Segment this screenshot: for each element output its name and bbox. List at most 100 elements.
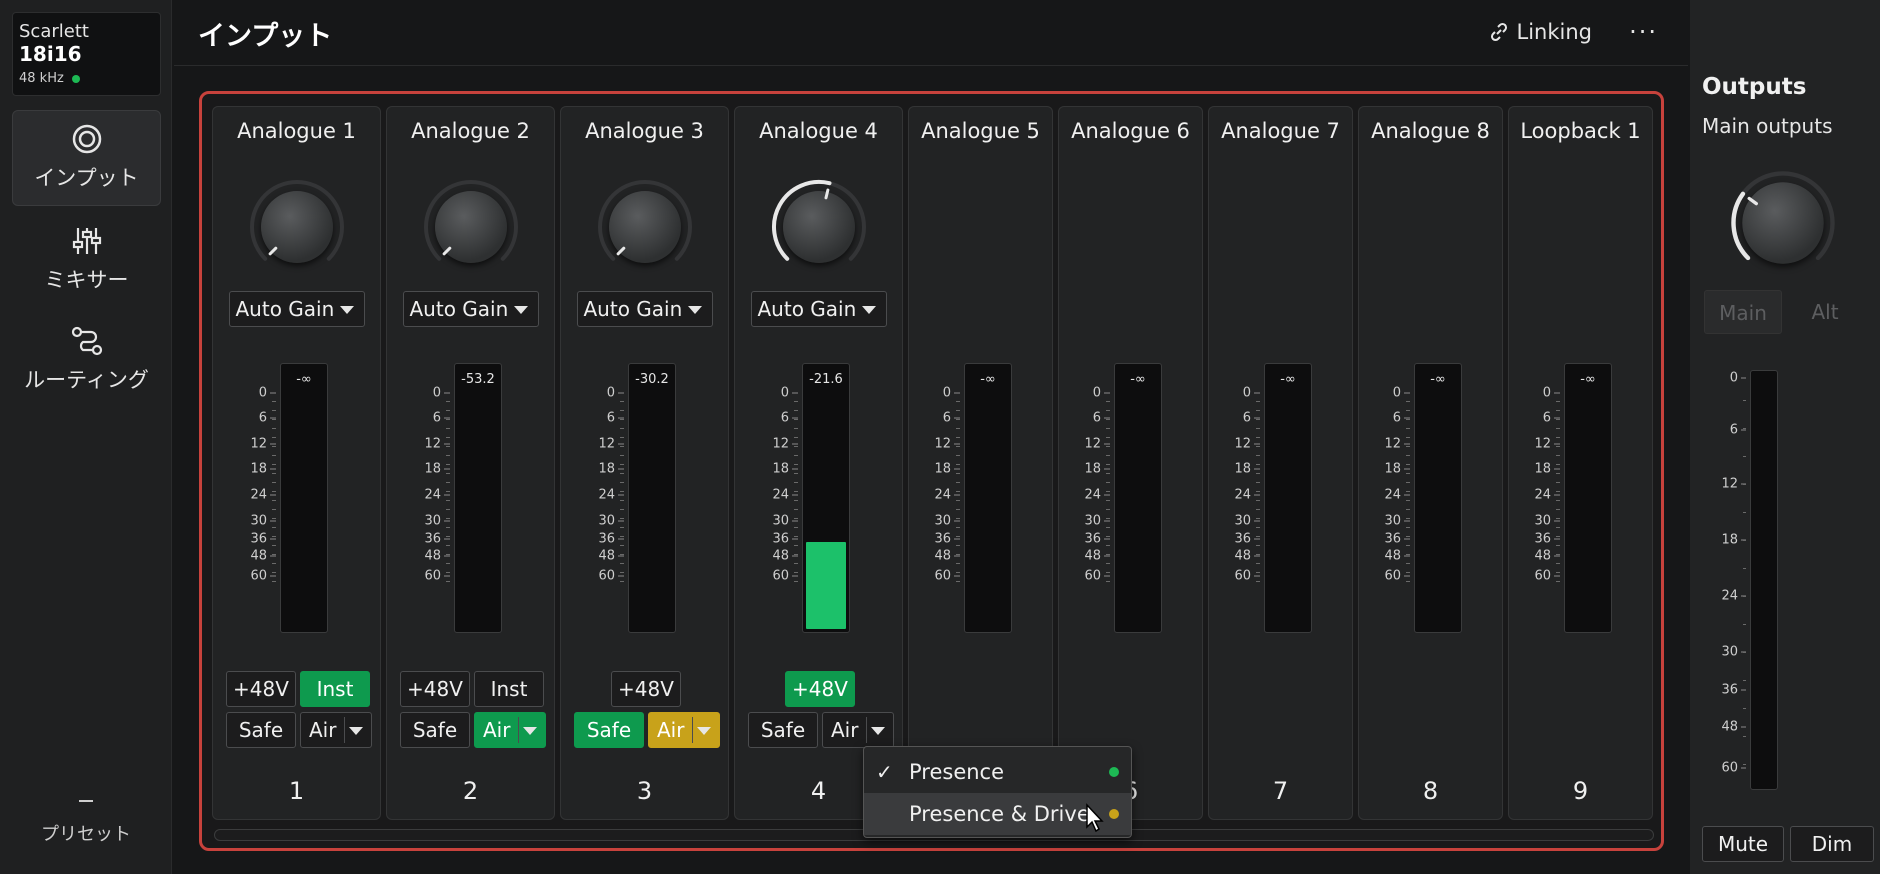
scale-minor-tick — [446, 410, 450, 411]
auto-gain-dropdown[interactable]: Auto Gain — [228, 291, 365, 327]
main-output-toggle[interactable]: Main — [1704, 290, 1782, 334]
air-dropdown-button[interactable]: Air — [474, 712, 546, 748]
scale-minor-tick — [272, 491, 276, 492]
auto-gain-dropdown[interactable]: Auto Gain — [750, 291, 887, 327]
meter-scale: 0 6 12 18 24 30 36 48 60 — [1520, 363, 1560, 633]
scale-minor-tick — [1743, 764, 1746, 765]
scale-minor-tick — [1743, 624, 1746, 625]
inputs-panel: Analogue 1 Auto Gain 0 6 12 18 24 30 36 48 60 -∞ +48… — [199, 91, 1664, 851]
scale-minor-tick — [1406, 410, 1410, 411]
caret-down-icon — [523, 727, 537, 735]
gain-knob[interactable] — [421, 177, 521, 277]
safe-button[interactable]: Safe — [226, 712, 296, 748]
checkmark-icon: ✓ — [876, 760, 893, 784]
more-options-icon[interactable]: ··· — [1629, 18, 1658, 46]
scale-minor-tick — [1106, 491, 1110, 492]
linking-button[interactable]: Linking — [1489, 20, 1592, 44]
scale-minor-tick — [956, 410, 960, 411]
gain-knob[interactable] — [595, 177, 695, 277]
scale-label: 48 — [1234, 549, 1260, 564]
scale-minor-tick — [956, 545, 960, 546]
gain-knob[interactable] — [247, 177, 347, 277]
channel-name: Analogue 1 — [237, 119, 356, 143]
linking-label: Linking — [1516, 20, 1592, 44]
scale-minor-tick — [272, 473, 276, 474]
main-output-knob[interactable] — [1728, 168, 1838, 278]
dim-button[interactable]: Dim — [1790, 826, 1874, 862]
scale-label: 6 — [943, 411, 960, 426]
scale-minor-tick — [272, 410, 276, 411]
scale-minor-tick — [446, 473, 450, 474]
channel-strip: Analogue 50612182430364860-∞5 — [908, 106, 1053, 820]
auto-gain-label: Auto Gain — [757, 297, 857, 321]
mute-button[interactable]: Mute — [1702, 826, 1784, 862]
scale-minor-tick — [1556, 554, 1560, 555]
caret-down-icon — [871, 727, 885, 735]
scale-minor-tick — [1556, 437, 1560, 438]
safe-button[interactable]: Safe — [574, 712, 644, 748]
scale-minor-tick — [1556, 500, 1560, 501]
caret-down-icon — [687, 306, 702, 314]
scale-minor-tick — [620, 491, 624, 492]
safe-button[interactable]: Safe — [748, 712, 818, 748]
phantom-48v-button[interactable]: +48V — [785, 671, 855, 707]
channel-strip: Loopback 1 0 6 12 18 24 30 36 48 60 -∞ 9 — [1508, 106, 1653, 820]
scale-minor-tick — [1256, 581, 1260, 582]
scale-label: 48 — [1721, 720, 1746, 735]
scale-minor-tick — [446, 536, 450, 537]
scale-minor-tick — [1106, 500, 1110, 501]
scale-minor-tick — [272, 464, 276, 465]
scale-minor-tick — [1743, 512, 1746, 513]
preset-button[interactable]: プリセット — [0, 800, 172, 846]
scale-minor-tick — [272, 401, 276, 402]
air-dropdown-button[interactable]: Air — [822, 712, 894, 748]
phantom-48v-button[interactable]: +48V — [611, 671, 681, 707]
scale-minor-tick — [794, 482, 798, 483]
caret-down-icon — [513, 306, 528, 314]
scale-minor-tick — [446, 401, 450, 402]
scale-minor-tick — [1106, 572, 1110, 573]
peak-readout: -∞ — [980, 372, 996, 387]
scale-minor-tick — [1256, 527, 1260, 528]
phantom-48v-button[interactable]: +48V — [226, 671, 296, 707]
inst-button[interactable]: Inst — [474, 671, 544, 707]
scale-minor-tick — [1556, 419, 1560, 420]
auto-gain-dropdown[interactable]: Auto Gain — [402, 291, 539, 327]
channel-strip: Analogue 60612182430364860-∞6 — [1058, 106, 1203, 820]
scale-minor-tick — [446, 545, 450, 546]
level-meter: -∞ — [964, 363, 1012, 633]
dropdown-item-presence[interactable]: ✓ Presence — [864, 751, 1131, 793]
nav-label: インプット — [34, 166, 139, 190]
auto-gain-dropdown[interactable]: Auto Gain — [576, 291, 713, 327]
level-meter: -∞ — [1264, 363, 1312, 633]
phantom-48v-button[interactable]: +48V — [400, 671, 470, 707]
scale-minor-tick — [620, 419, 624, 420]
air-dropdown-button[interactable]: Air — [300, 712, 372, 748]
meter-scale: 0 6 12 18 24 30 36 48 60 — [758, 363, 798, 633]
nav-item-mixer[interactable]: ミキサー — [12, 212, 161, 308]
scale-label: 6 — [1243, 411, 1260, 426]
inst-button[interactable]: Inst — [300, 671, 370, 707]
nav-item-input[interactable]: インプット — [12, 110, 161, 206]
scale-label: 0 — [781, 386, 798, 401]
scale-minor-tick — [956, 581, 960, 582]
air-label: Air — [657, 718, 685, 742]
scale-minor-tick — [446, 572, 450, 573]
gain-knob[interactable] — [769, 177, 869, 277]
scale-minor-tick — [620, 527, 624, 528]
meter-scale: 0 6 12 18 24 30 36 48 60 — [584, 363, 624, 633]
scale-minor-tick — [1743, 428, 1746, 429]
scale-label: 0 — [259, 386, 276, 401]
alt-output-toggle[interactable]: Alt — [1786, 290, 1864, 334]
air-dropdown-button[interactable]: Air — [648, 712, 720, 748]
peak-readout: -∞ — [1130, 372, 1146, 387]
safe-button[interactable]: Safe — [400, 712, 470, 748]
device-badge[interactable]: Scarlett 18i16 48 kHz — [12, 12, 161, 96]
channel-number: 7 — [1272, 777, 1289, 805]
scale-minor-tick — [620, 410, 624, 411]
scale-minor-tick — [956, 509, 960, 510]
scale-minor-tick — [446, 509, 450, 510]
scale-minor-tick — [620, 509, 624, 510]
nav-item-routing[interactable]: ルーティング — [12, 312, 161, 408]
scale-minor-tick — [794, 419, 798, 420]
